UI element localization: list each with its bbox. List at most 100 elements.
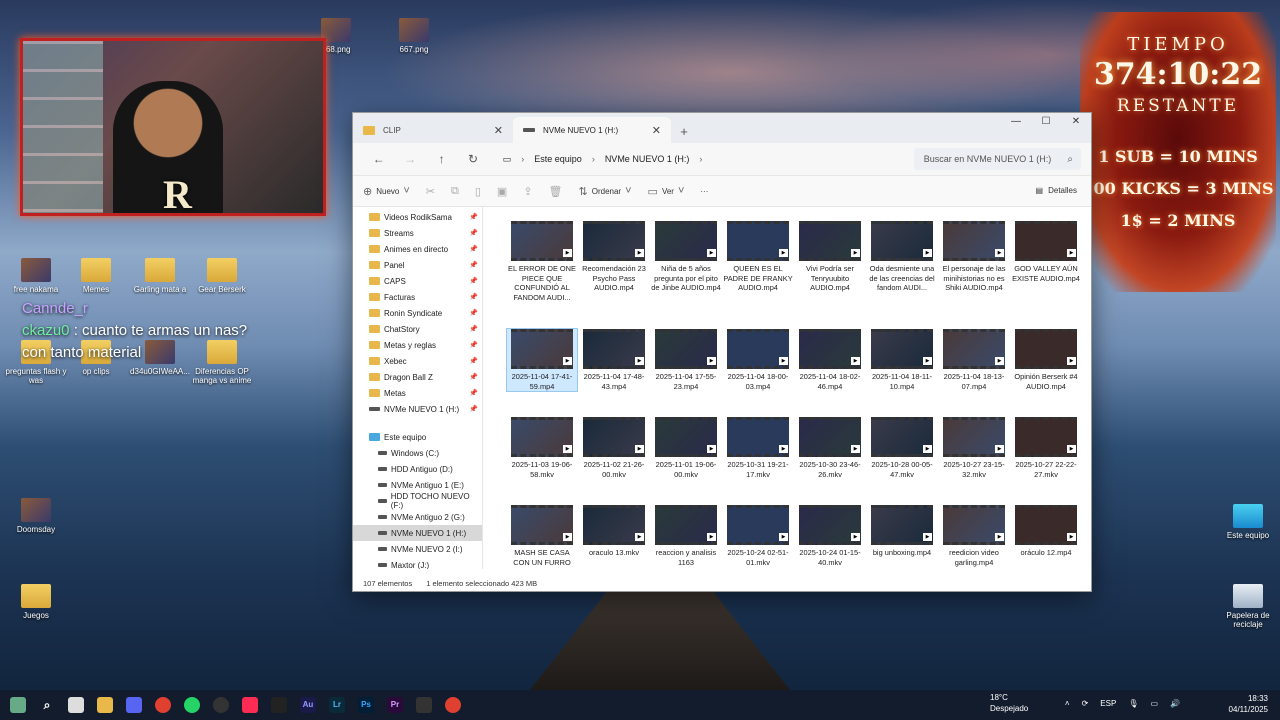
breadcrumb-item[interactable]: NVMe NUEVO 1 (H:) <box>605 154 690 164</box>
refresh-icon[interactable]: ↻ <box>457 152 488 166</box>
nav-item[interactable]: Xebec 📌 <box>353 353 482 369</box>
nav-item[interactable]: Panel 📌 <box>353 257 482 273</box>
nav-drive-item[interactable]: Maxtor (J:) <box>353 557 482 569</box>
nav-item[interactable]: Metas y reglas 📌 <box>353 337 482 353</box>
mic-icon[interactable]: 🎙 <box>1128 699 1138 708</box>
file-item[interactable]: ▶ 2025-11-03 19-06-58.mkv <box>507 417 577 479</box>
file-item[interactable]: ▶ 2025-10-24 02-51-01.mkv <box>723 505 793 567</box>
delete-button[interactable]: 🗑 <box>549 185 563 198</box>
nav-drive-item[interactable]: HDD TOCHO NUEVO (F:) <box>353 492 482 510</box>
file-item[interactable]: ▶ oraculo 13.mkv <box>579 505 649 558</box>
steam-icon[interactable] <box>213 697 229 713</box>
file-item[interactable]: ▶ El personaje de las minihistorias no es… <box>939 221 1009 293</box>
desktop-icon[interactable]: Papelera de reciclaje <box>1212 584 1280 629</box>
file-item[interactable]: ▶ QUEEN ES EL PADRE DE FRANKY AUDIO.mp4 <box>723 221 793 293</box>
file-item[interactable]: ▶ 2025-10-28 00-05-47.mkv <box>867 417 937 479</box>
share-button[interactable]: ⇪ <box>523 185 532 198</box>
details-button[interactable]: ▤ Detalles <box>1036 186 1077 195</box>
file-item[interactable]: ▶ 2025-11-04 18-11-10.mp4 <box>867 329 937 391</box>
file-item[interactable]: ▶ 2025-10-31 19-21-17.mkv <box>723 417 793 479</box>
file-item[interactable]: ▶ MASH SE CASA CON UN FURRO <box>507 505 577 567</box>
sort-button[interactable]: ⇅ Ordenar ˅ <box>579 185 632 198</box>
nav-item[interactable]: Facturas 📌 <box>353 289 482 305</box>
search-icon[interactable]: ⌕ <box>39 697 55 713</box>
nav-item[interactable]: Animes en directo 📌 <box>353 241 482 257</box>
file-item[interactable]: ▶ EL ERROR DE ONE PIECE QUE CONFUNDIÓ AL … <box>507 221 577 302</box>
file-item[interactable]: ▶ 2025-10-27 22-22-27.mkv <box>1011 417 1081 479</box>
tab-clip[interactable]: CLIP ✕ <box>353 117 513 143</box>
file-item[interactable]: ▶ 2025-11-04 17-48-43.mp4 <box>579 329 649 391</box>
file-item[interactable]: ▶ big unboxing.mp4 <box>867 505 937 558</box>
task-view-icon[interactable] <box>68 697 84 713</box>
nav-drive-item[interactable]: Windows (C:) <box>353 445 482 461</box>
lightroom-icon[interactable]: Lr <box>329 697 345 713</box>
file-item[interactable]: ▶ 2025-11-04 18-00-03.mp4 <box>723 329 793 391</box>
more-button[interactable]: ··· <box>700 187 708 196</box>
maximize-button[interactable]: ☐ <box>1031 113 1061 131</box>
nav-drive-item[interactable]: NVMe NUEVO 1 (H:) <box>353 525 482 541</box>
desktop-icon[interactable]: Juegos <box>0 584 72 620</box>
nav-item[interactable]: Ronin Syndicate 📌 <box>353 305 482 321</box>
search-input[interactable]: Buscar en NVMe NUEVO 1 (H:) ⌕ <box>913 148 1081 170</box>
close-button[interactable]: ✕ <box>1061 113 1091 131</box>
minimize-button[interactable]: — <box>1001 113 1031 131</box>
file-item[interactable]: ▶ 2025-11-04 17-55-23.mp4 <box>651 329 721 391</box>
file-item[interactable]: ▶ 2025-11-01 19-06-00.mkv <box>651 417 721 479</box>
desktop-icon[interactable]: Memes <box>60 258 132 294</box>
capcut-icon[interactable] <box>271 697 287 713</box>
file-item[interactable]: ▶ GOD VALLEY AÚN EXISTE AUDIO.mp4 <box>1011 221 1081 283</box>
sync-icon[interactable]: ⟳ <box>1082 699 1089 708</box>
file-item[interactable]: ▶ Opinión Berserk #4 AUDIO.mp4 <box>1011 329 1081 391</box>
close-tab-icon[interactable]: ✕ <box>652 124 661 137</box>
desktop-icon[interactable]: Este equipo <box>1212 504 1280 540</box>
premiere-icon[interactable]: Pr <box>387 697 403 713</box>
weather-widget[interactable]: 18°C Despejado <box>990 692 1028 714</box>
file-item[interactable]: ▶ Oda desmiente una de las creencias del … <box>867 221 937 293</box>
nav-drive-item[interactable]: NVMe NUEVO 2 (I:) <box>353 541 482 557</box>
tab-nvme[interactable]: NVMe NUEVO 1 (H:) ✕ <box>513 117 671 143</box>
nav-item[interactable]: Streams 📌 <box>353 225 482 241</box>
nav-drive-item[interactable]: NVMe Antiguo 2 (G:) <box>353 509 482 525</box>
widgets-icon[interactable] <box>10 697 26 713</box>
close-tab-icon[interactable]: ✕ <box>494 124 503 137</box>
volume-icon[interactable]: 🔊 <box>1170 699 1180 708</box>
nav-item[interactable]: Videos RodikSama 📌 <box>353 209 482 225</box>
file-explorer-icon[interactable] <box>97 697 113 713</box>
nav-drive-item[interactable]: HDD Antiguo (D:) <box>353 461 482 477</box>
desktop-icon[interactable]: 667.png <box>378 18 450 54</box>
forward-icon[interactable]: → <box>394 152 425 166</box>
chrome-icon[interactable] <box>155 697 171 713</box>
whatsapp-icon[interactable] <box>184 697 200 713</box>
nav-item[interactable]: Dragon Ball Z 📌 <box>353 369 482 385</box>
terminal-icon[interactable] <box>416 697 432 713</box>
file-item[interactable]: ▶ 2025-10-30 23-46-26.mkv <box>795 417 865 479</box>
breadcrumb-item[interactable]: Este equipo <box>534 154 582 164</box>
file-item[interactable]: ▶ 2025-11-02 21-26-00.mkv <box>579 417 649 479</box>
copy-button[interactable]: ⧉ <box>451 185 459 198</box>
language-indicator[interactable]: ESP <box>1100 699 1116 708</box>
file-item[interactable]: ▶ Vivi Podría ser Tenryuubito AUDIO.mp4 <box>795 221 865 293</box>
file-item[interactable]: ▶ 2025-11-04 18-13-07.mp4 <box>939 329 1009 391</box>
chevron-up-icon[interactable]: ˄ <box>1065 699 1070 708</box>
nav-item[interactable]: NVMe NUEVO 1 (H:) 📌 <box>353 401 482 417</box>
desktop-icon[interactable]: Doomsday <box>0 498 72 534</box>
clock[interactable]: 18:33 04/11/2025 <box>1229 693 1268 715</box>
discord-icon[interactable] <box>126 697 142 713</box>
nav-item-this-pc[interactable]: Este equipo <box>353 429 482 445</box>
file-item[interactable]: ▶ 2025-11-04 17-41-59.mp4 <box>506 328 578 392</box>
new-button[interactable]: ⊕ Nuevo ˅ <box>363 185 410 198</box>
nav-item[interactable]: Metas 📌 <box>353 385 482 401</box>
photoshop-icon[interactable]: Ps <box>358 697 374 713</box>
back-icon[interactable]: ← <box>363 152 394 166</box>
audition-icon[interactable]: Au <box>300 697 316 713</box>
nav-drive-item[interactable]: NVMe Antiguo 1 (E:) <box>353 477 482 493</box>
file-item[interactable]: ▶ 2025-10-27 23-15-32.mkv <box>939 417 1009 479</box>
network-icon[interactable]: ▭ <box>1150 699 1158 708</box>
tiktok-icon[interactable] <box>242 697 258 713</box>
file-item[interactable]: ▶ 2025-10-24 01-15-40.mkv <box>795 505 865 567</box>
nav-item[interactable]: ChatStory 📌 <box>353 321 482 337</box>
nav-item[interactable]: CAPS 📌 <box>353 273 482 289</box>
file-item[interactable]: ▶ oráculo 12.mp4 <box>1011 505 1081 558</box>
address-bar[interactable]: ▭ › Este equipo › NVMe NUEVO 1 (H:) › <box>497 148 900 170</box>
rename-button[interactable]: ▣ <box>497 185 507 198</box>
